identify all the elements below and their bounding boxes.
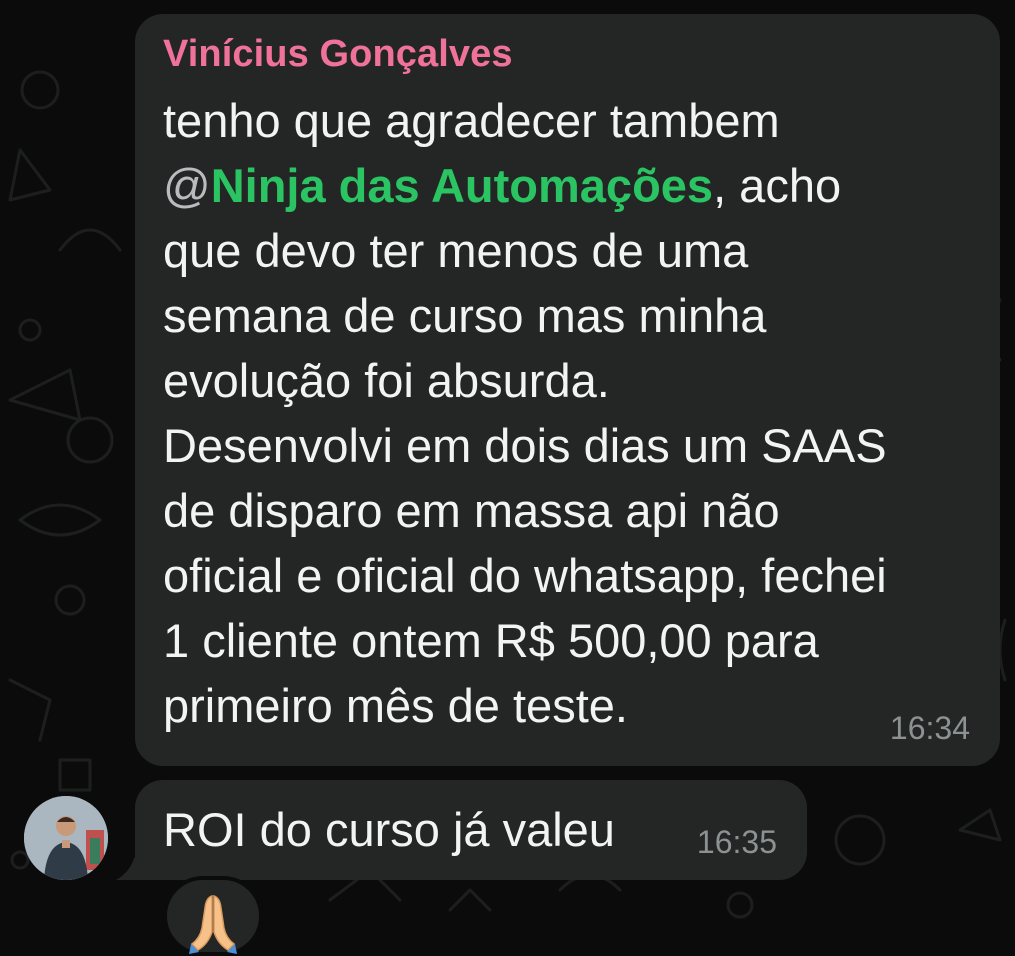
message-text: tenho que agradecer tambem @Ninja das Au… xyxy=(163,88,963,738)
message-line: tenho que agradecer tambem xyxy=(163,94,780,147)
message-line: 1 cliente ontem R$ 500,00 para xyxy=(163,614,819,667)
message-line: semana de curso mas minha xyxy=(163,289,767,342)
message-line: de disparo em massa api não xyxy=(163,484,780,537)
message-line: oficial e oficial do whatsapp, fechei xyxy=(163,549,887,602)
mention-link[interactable]: Ninja das Automações xyxy=(211,159,713,212)
sender-avatar[interactable] xyxy=(24,796,108,880)
message-line: que devo ter menos de uma xyxy=(163,224,749,277)
message-line: evolução foi absurda. xyxy=(163,354,610,407)
message-line: Desenvolvi em dois dias um SAAS xyxy=(163,419,887,472)
mention-at-symbol: @ xyxy=(163,159,211,212)
message-timestamp: 16:34 xyxy=(889,710,970,746)
message-line-text: , acho xyxy=(713,159,842,212)
person-photo-avatar-icon xyxy=(24,796,108,880)
reaction-badge[interactable] xyxy=(163,876,263,956)
sender-name[interactable]: Vinícius Gonçalves xyxy=(163,32,974,76)
message-bubble[interactable]: Vinícius Gonçalves tenho que agradecer t… xyxy=(135,14,1000,766)
message-timestamp: 16:35 xyxy=(696,824,777,860)
message-line: primeiro mês de teste. xyxy=(163,679,628,732)
folded-hands-emoji-icon xyxy=(189,894,237,954)
message-line: @Ninja das Automações, acho xyxy=(163,153,963,218)
message-bubble[interactable]: ROI do curso já valeu 16:35 xyxy=(135,780,807,880)
